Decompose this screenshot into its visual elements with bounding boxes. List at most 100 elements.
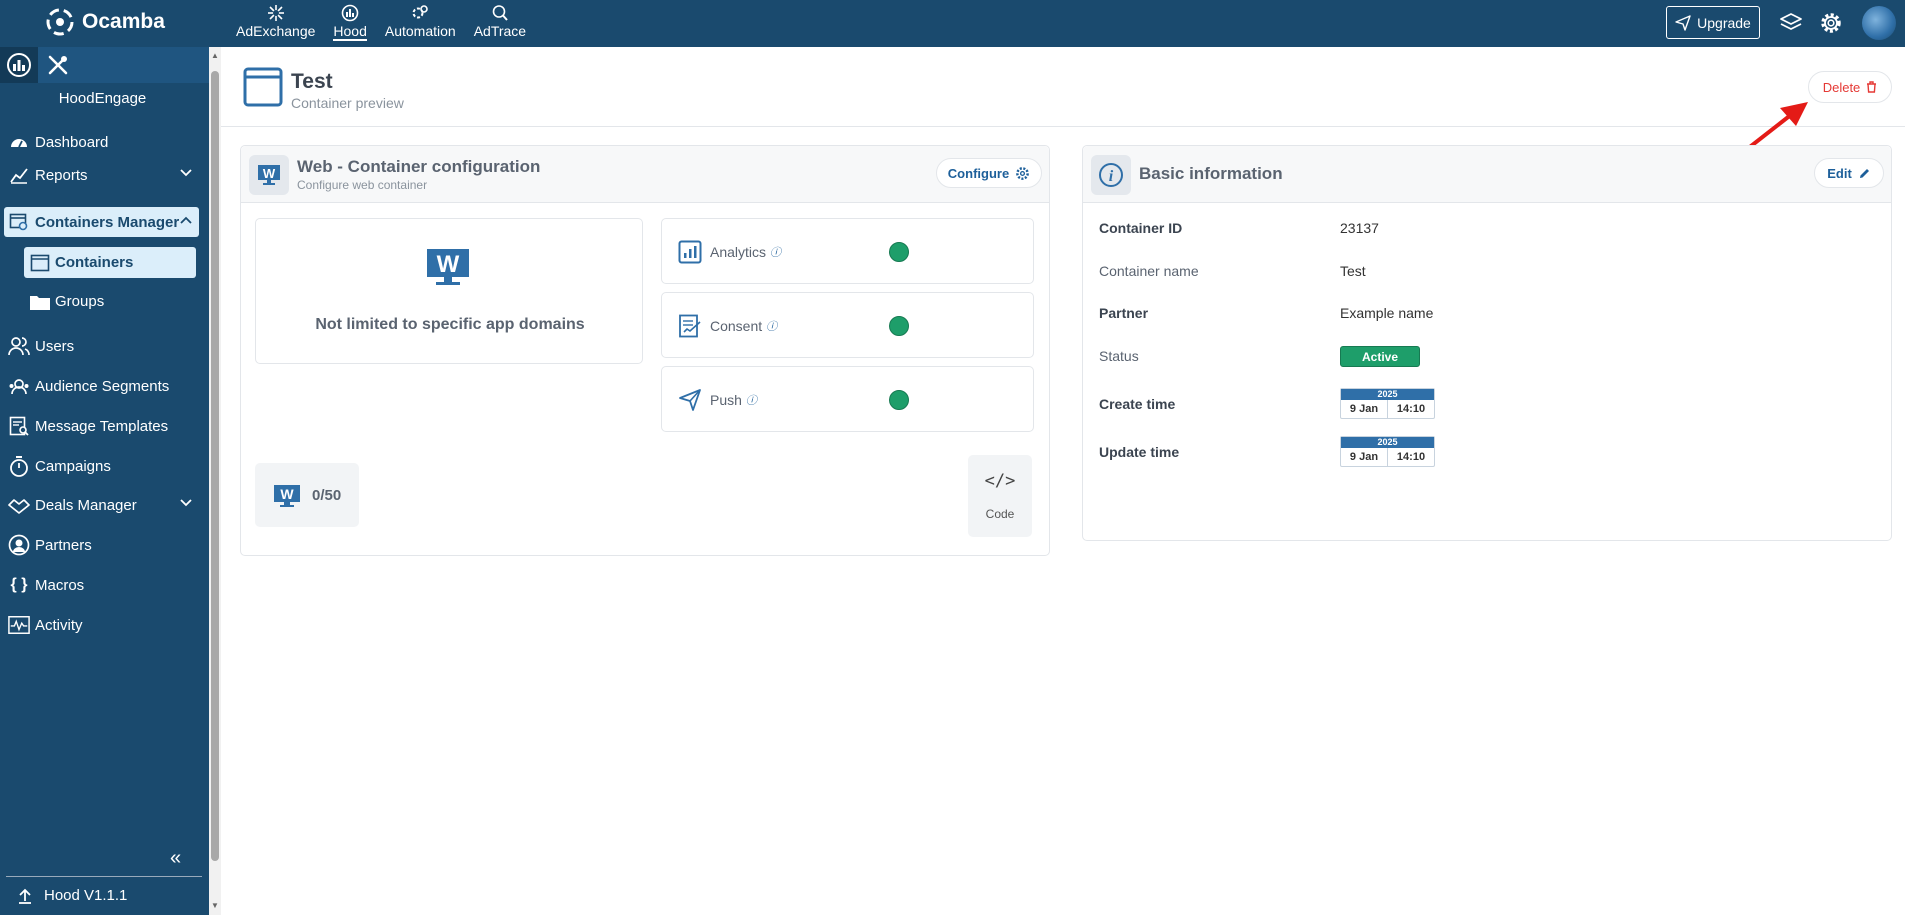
topnav-adtrace[interactable]: AdTrace <box>472 4 528 41</box>
user-avatar[interactable] <box>1862 6 1896 40</box>
topnav-label: AdExchange <box>236 23 316 39</box>
label-create-time: Create time <box>1099 396 1176 412</box>
activity-icon <box>8 614 30 636</box>
feature-label: Consent ⓘ <box>710 318 777 334</box>
automation-icon <box>412 5 429 19</box>
sidebar-item-containers[interactable]: Containers <box>24 247 196 278</box>
sidebar-item-containers-manager[interactable]: Containers Manager <box>4 207 199 237</box>
sidebar-item-label: Groups <box>55 293 105 310</box>
label-status: Status <box>1099 348 1139 364</box>
window-icon <box>29 252 51 274</box>
sidebar-item-users[interactable]: Users <box>4 331 199 361</box>
topnav-adexchange[interactable]: AdExchange <box>234 4 317 41</box>
top-nav: AdExchange Hood Automation AdTrace <box>234 4 528 41</box>
sidebar-item-reports[interactable]: Reports <box>4 160 199 190</box>
website-count: W 0/50 <box>255 463 359 527</box>
tools-tab[interactable] <box>38 47 209 83</box>
feature-push[interactable]: Push ⓘ <box>661 366 1034 432</box>
feature-label: Analytics ⓘ <box>710 244 781 260</box>
configure-button[interactable]: Configure <box>936 158 1042 188</box>
gear-icon <box>1016 166 1030 180</box>
chevron-down-icon[interactable] <box>179 498 193 508</box>
ocamba-logo-icon <box>46 8 74 36</box>
top-bar: Ocamba AdExchange Hood Automation AdTrac… <box>0 0 1905 47</box>
sidebar-scrollbar[interactable]: ▲ ▼ <box>209 47 221 915</box>
sidebar-item-activity[interactable]: Activity <box>4 610 199 640</box>
code-button[interactable]: </> Code <box>968 455 1032 537</box>
delete-label: Delete <box>1822 79 1861 95</box>
brand-logo[interactable]: Ocamba <box>46 8 165 36</box>
feature-analytics[interactable]: Analytics ⓘ <box>661 218 1034 284</box>
window-icon <box>243 67 283 107</box>
year: 2025 <box>1341 389 1434 400</box>
sidebar-item-label: Users <box>35 337 75 355</box>
chevron-down-icon[interactable] <box>179 168 193 178</box>
feature-consent[interactable]: Consent ⓘ <box>661 292 1034 358</box>
sidebar-item-label: Partners <box>35 536 92 554</box>
chevron-up-icon[interactable] <box>179 215 193 225</box>
label-container-name: Container name <box>1099 263 1199 279</box>
create-time-stamp: 2025 9 Jan 14:10 <box>1340 388 1435 419</box>
sidebar-item-label: Dashboard <box>35 133 109 151</box>
sidebar-item-label: Deals Manager <box>35 496 137 514</box>
version-footer[interactable]: Hood V1.1.1 <box>18 887 127 904</box>
code-icon: </> <box>984 471 1016 491</box>
sidebar-item-label: Containers Manager <box>35 213 180 231</box>
svg-text:W: W <box>280 486 294 502</box>
topnav-automation[interactable]: Automation <box>383 4 458 41</box>
consent-icon <box>679 314 701 338</box>
label-container-id: Container ID <box>1099 220 1183 236</box>
topnav-hood[interactable]: Hood <box>331 4 368 41</box>
info-icon[interactable]: ⓘ <box>746 392 757 408</box>
sidebar-item-dashboard[interactable]: Dashboard <box>4 127 199 157</box>
info-icon: i <box>1091 155 1131 195</box>
gear-icon[interactable] <box>1818 10 1844 36</box>
topnav-label: Automation <box>384 23 456 39</box>
sidebar-item-audience-segments[interactable]: Audience Segments <box>4 371 199 401</box>
topnav-label: AdTrace <box>473 23 527 39</box>
reports-icon <box>8 164 30 186</box>
time: 14:10 <box>1387 448 1434 467</box>
braces-icon: { } <box>10 576 28 593</box>
sidebar-item-label: Message Templates <box>35 417 169 435</box>
scroll-up-icon[interactable]: ▲ <box>211 51 219 60</box>
sidebar-item-deals-manager[interactable]: Deals Manager <box>4 490 199 520</box>
page-header: Test Container preview <box>221 47 1905 127</box>
dashboard-icon <box>8 131 30 153</box>
sidebar-item-label: Campaigns <box>35 457 111 475</box>
app-switcher[interactable] <box>0 47 38 83</box>
sidebar-item-campaigns[interactable]: Campaigns <box>4 451 199 481</box>
value-partner: Example name <box>1340 305 1434 321</box>
delete-button[interactable]: Delete <box>1808 71 1892 103</box>
containers-manager-icon <box>8 211 30 233</box>
audience-icon <box>8 375 30 397</box>
container-config-card: W Web - Container configuration Configur… <box>240 145 1050 556</box>
sidebar-item-groups[interactable]: Groups <box>24 286 196 317</box>
info-icon[interactable]: ⓘ <box>770 244 781 260</box>
partner-icon <box>8 534 30 556</box>
sidebar-item-macros[interactable]: { } Macros <box>4 570 199 600</box>
page-title: Test <box>291 70 333 93</box>
status-dot <box>889 316 909 336</box>
info-icon[interactable]: ⓘ <box>766 318 777 334</box>
feature-name: Consent <box>710 318 763 334</box>
app-name: HoodEngage <box>58 90 147 107</box>
layers-icon[interactable] <box>1778 10 1804 36</box>
card-title: Web - Container configuration <box>297 157 541 176</box>
count-value: 0/50 <box>312 487 342 504</box>
scrollbar-thumb[interactable] <box>211 71 219 861</box>
edit-button[interactable]: Edit <box>1814 158 1884 188</box>
sidebar-item-label: Activity <box>35 616 83 634</box>
scroll-down-icon[interactable]: ▼ <box>211 901 219 910</box>
date: 9 Jan <box>1349 403 1379 415</box>
sidebar-item-label: Macros <box>35 576 85 594</box>
upgrade-button[interactable]: Upgrade <box>1666 6 1760 39</box>
collapse-sidebar-icon[interactable]: « <box>170 847 181 870</box>
card-subtitle: Configure web container <box>297 178 428 192</box>
basic-information-card: i Basic information Edit Container ID 23… <box>1082 145 1892 541</box>
configure-label: Configure <box>947 165 1010 181</box>
sidebar-item-partners[interactable]: Partners <box>4 530 199 560</box>
upgrade-label: Upgrade <box>1697 14 1751 31</box>
sidebar-divider <box>6 876 202 877</box>
sidebar-item-message-templates[interactable]: Message Templates <box>4 411 199 441</box>
